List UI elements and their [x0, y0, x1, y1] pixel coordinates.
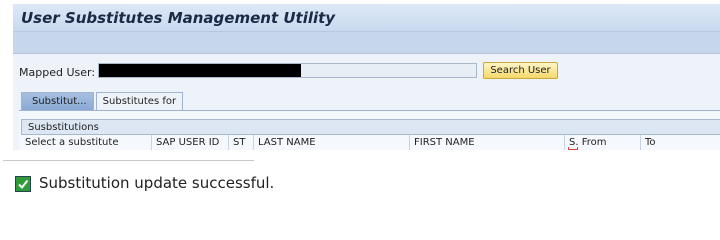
column-to[interactable]: To	[641, 135, 720, 150]
column-sap-user-id[interactable]: SAP USER ID	[152, 135, 229, 150]
mapped-user-label: Mapped User:	[19, 66, 96, 79]
redacted-value	[99, 64, 301, 77]
toolbar-strip	[13, 32, 720, 54]
message-text: Substitution update successful.	[39, 174, 275, 192]
column-st[interactable]: ST	[229, 135, 254, 150]
column-last-name[interactable]: LAST NAME	[254, 135, 410, 150]
page-title: User Substitutes Management Utility	[21, 9, 336, 27]
tab-substitutes[interactable]: Substitut...	[21, 92, 94, 110]
tab-strip: Substitut... Substitutes for	[21, 92, 185, 110]
search-user-button[interactable]: Search User	[483, 62, 558, 79]
column-first-name[interactable]: FIRST NAME	[410, 135, 565, 150]
title-bar: User Substitutes Management Utility	[13, 4, 720, 32]
column-select-substitute[interactable]: Select a substitute	[21, 135, 152, 150]
tab-substitutes-for[interactable]: Substitutes for	[95, 92, 184, 110]
substitutions-group-title: Susbstitutions	[28, 122, 99, 133]
table-header: Select a substitute SAP USER ID ST LAST …	[21, 134, 720, 150]
success-check-icon	[15, 176, 31, 192]
sort-indicator-icon	[568, 147, 578, 150]
mapped-user-input[interactable]	[98, 63, 477, 78]
